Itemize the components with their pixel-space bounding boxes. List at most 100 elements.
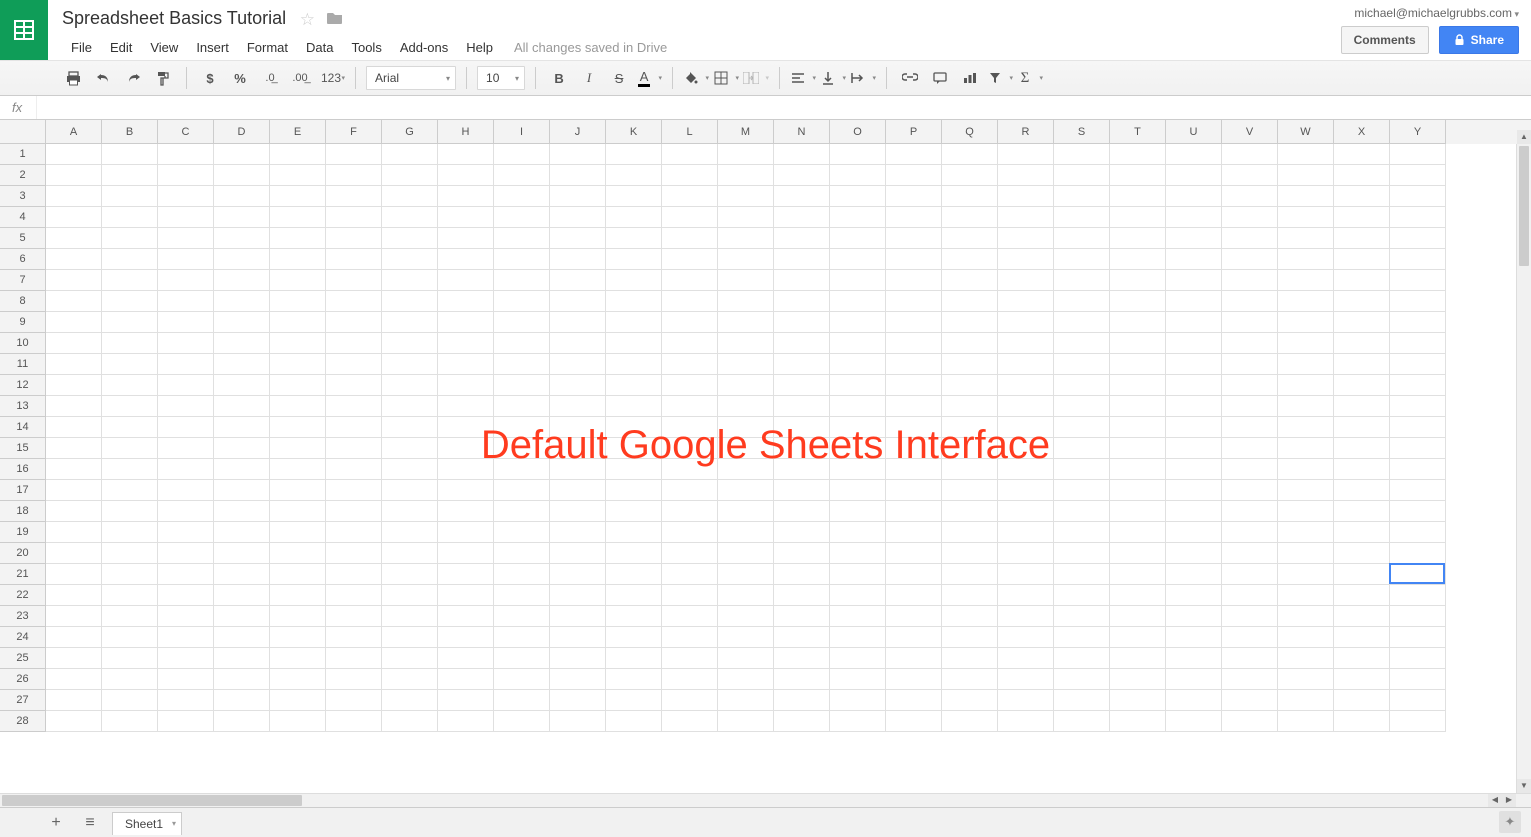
cell[interactable]: [998, 186, 1054, 207]
cell[interactable]: [718, 585, 774, 606]
cell[interactable]: [494, 669, 550, 690]
cell[interactable]: [550, 396, 606, 417]
row-header-10[interactable]: 10: [0, 333, 46, 354]
cell[interactable]: [46, 249, 102, 270]
cell[interactable]: [326, 648, 382, 669]
cell[interactable]: [382, 144, 438, 165]
cell[interactable]: [382, 165, 438, 186]
cell[interactable]: [718, 312, 774, 333]
cell[interactable]: [102, 438, 158, 459]
cell[interactable]: [662, 564, 718, 585]
cell[interactable]: [326, 207, 382, 228]
cell[interactable]: [1110, 291, 1166, 312]
cell[interactable]: [1222, 165, 1278, 186]
cell[interactable]: [1222, 690, 1278, 711]
cell[interactable]: [998, 333, 1054, 354]
menu-addons[interactable]: Add-ons: [391, 36, 457, 59]
cell[interactable]: [494, 333, 550, 354]
cell[interactable]: [718, 648, 774, 669]
cell[interactable]: [1054, 165, 1110, 186]
cell[interactable]: [830, 396, 886, 417]
cell[interactable]: [718, 606, 774, 627]
column-header-F[interactable]: F: [326, 120, 382, 144]
cell[interactable]: [494, 690, 550, 711]
cell[interactable]: [774, 270, 830, 291]
cell[interactable]: [886, 396, 942, 417]
cell[interactable]: [550, 501, 606, 522]
cell[interactable]: [886, 543, 942, 564]
cell[interactable]: [1110, 711, 1166, 732]
cell[interactable]: [158, 480, 214, 501]
cell[interactable]: [1110, 606, 1166, 627]
cell[interactable]: [886, 648, 942, 669]
cell[interactable]: [102, 207, 158, 228]
cell[interactable]: [494, 165, 550, 186]
cell[interactable]: [998, 669, 1054, 690]
cell[interactable]: [214, 543, 270, 564]
filter-icon[interactable]: [987, 65, 1013, 91]
cell[interactable]: [718, 627, 774, 648]
cell[interactable]: [1222, 186, 1278, 207]
cell[interactable]: [550, 207, 606, 228]
cell[interactable]: [326, 312, 382, 333]
cell[interactable]: [214, 417, 270, 438]
cell[interactable]: [46, 417, 102, 438]
cell[interactable]: [662, 606, 718, 627]
row-header-15[interactable]: 15: [0, 438, 46, 459]
cell[interactable]: [942, 354, 998, 375]
cell[interactable]: [326, 270, 382, 291]
cell[interactable]: [158, 354, 214, 375]
insert-comment-icon[interactable]: [927, 65, 953, 91]
cell[interactable]: [718, 690, 774, 711]
cell[interactable]: [606, 312, 662, 333]
vertical-align-icon[interactable]: [820, 65, 846, 91]
cell[interactable]: [1390, 186, 1446, 207]
cell[interactable]: [606, 480, 662, 501]
cell[interactable]: [1222, 228, 1278, 249]
cell[interactable]: [774, 711, 830, 732]
user-account[interactable]: michael@michaelgrubbs.com: [1341, 6, 1519, 20]
cell[interactable]: [662, 711, 718, 732]
cell[interactable]: [998, 606, 1054, 627]
cell[interactable]: [942, 501, 998, 522]
cell[interactable]: [774, 354, 830, 375]
cell[interactable]: [606, 606, 662, 627]
cell[interactable]: [494, 207, 550, 228]
cell[interactable]: [1278, 480, 1334, 501]
cell[interactable]: [886, 249, 942, 270]
cell[interactable]: [998, 711, 1054, 732]
cell[interactable]: [438, 648, 494, 669]
cell[interactable]: [550, 165, 606, 186]
cell[interactable]: [830, 627, 886, 648]
cell[interactable]: [830, 375, 886, 396]
cell[interactable]: [326, 249, 382, 270]
cell[interactable]: [606, 270, 662, 291]
cell[interactable]: [270, 459, 326, 480]
cell[interactable]: [1278, 354, 1334, 375]
cell[interactable]: [1222, 249, 1278, 270]
font-family-combo[interactable]: Arial: [366, 66, 456, 90]
cell[interactable]: [1166, 165, 1222, 186]
cell[interactable]: [438, 228, 494, 249]
cell[interactable]: [550, 417, 606, 438]
cell[interactable]: [1222, 270, 1278, 291]
cell[interactable]: [942, 627, 998, 648]
cell[interactable]: [494, 144, 550, 165]
cell[interactable]: [886, 165, 942, 186]
cell[interactable]: [1110, 333, 1166, 354]
cell[interactable]: [1054, 354, 1110, 375]
cell[interactable]: [438, 333, 494, 354]
cell[interactable]: [606, 648, 662, 669]
sheet-tab-1[interactable]: Sheet1: [112, 812, 182, 835]
cell[interactable]: [326, 396, 382, 417]
cell[interactable]: [158, 417, 214, 438]
cell[interactable]: [774, 438, 830, 459]
cell[interactable]: [494, 354, 550, 375]
cell[interactable]: [830, 543, 886, 564]
cell[interactable]: [438, 606, 494, 627]
cell[interactable]: [326, 711, 382, 732]
row-header-28[interactable]: 28: [0, 711, 46, 732]
cell[interactable]: [270, 417, 326, 438]
cell[interactable]: [606, 186, 662, 207]
cell[interactable]: [998, 270, 1054, 291]
